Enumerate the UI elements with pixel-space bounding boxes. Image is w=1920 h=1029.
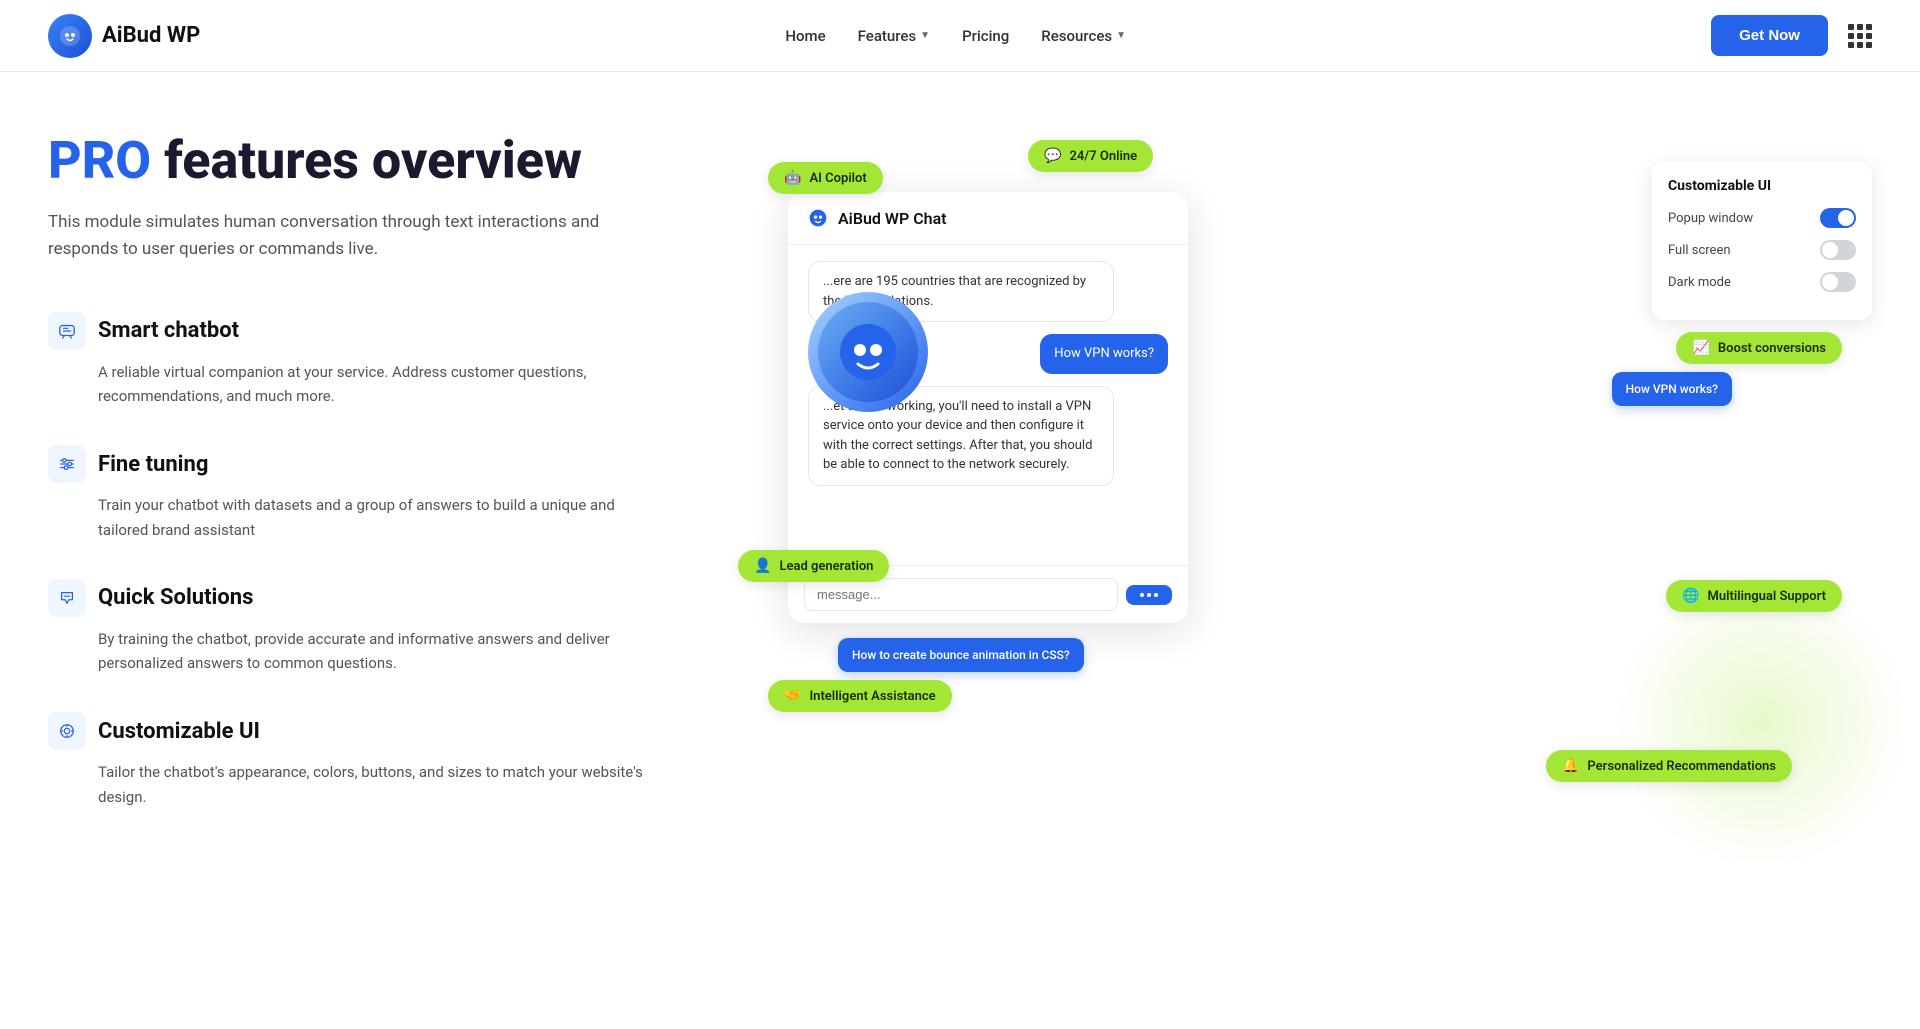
nav-right: Get Now <box>1711 15 1872 56</box>
customizable-ui-icon <box>48 712 86 750</box>
hero-subtitle: This module simulates human conversation… <box>48 209 608 263</box>
custom-panel-row-fullscreen: Full screen <box>1668 240 1856 260</box>
boost-conversions-pill: 📈 Boost conversions <box>1676 332 1842 364</box>
feature-fine-tuning: Fine tuning Train your chatbot with data… <box>48 445 668 543</box>
custom-panel-row-popup: Popup window <box>1668 208 1856 228</box>
main-content: PRO features overview This module simula… <box>0 72 1920 906</box>
logo-icon <box>48 14 92 58</box>
fullscreen-toggle[interactable] <box>1820 240 1856 260</box>
chat-header: AiBud WP Chat <box>788 192 1188 245</box>
intelligent-icon: 🤝 <box>784 688 801 704</box>
fine-tuning-title: Fine tuning <box>98 452 208 477</box>
custom-panel-title: Customizable UI <box>1668 178 1856 194</box>
customizable-ui-title: Customizable UI <box>98 719 260 744</box>
chat-send-button[interactable] <box>1126 585 1172 605</box>
ai-copilot-icon: 🤖 <box>784 170 801 186</box>
personalized-icon: 🔔 <box>1562 758 1579 774</box>
24-7-online-pill: 💬 24/7 Online <box>1028 140 1153 172</box>
quick-solutions-title: Quick Solutions <box>98 585 253 610</box>
multilingual-icon: 🌐 <box>1682 588 1699 604</box>
personalized-recommendations-pill: 🔔 Personalized Recommendations <box>1546 750 1792 782</box>
logo[interactable]: AiBud WP <box>48 14 200 58</box>
feature-customizable-ui: Customizable UI Tailor the chatbot's app… <box>48 712 668 810</box>
customizable-ui-desc: Tailor the chatbot's appearance, colors,… <box>48 760 668 810</box>
intelligent-assistance-pill: 🤝 Intelligent Assistance <box>768 680 952 712</box>
fine-tuning-desc: Train your chatbot with datasets and a g… <box>48 493 668 543</box>
get-now-button[interactable]: Get Now <box>1711 15 1828 56</box>
feature-quick-solutions: Quick Solutions By training the chatbot,… <box>48 579 668 677</box>
smart-chatbot-icon <box>48 312 86 350</box>
vpn-question-bubble: How VPN works? <box>1612 372 1732 406</box>
24-7-icon: 💬 <box>1044 148 1061 164</box>
multilingual-support-pill: 🌐 Multilingual Support <box>1666 580 1842 612</box>
nav-pricing[interactable]: Pricing <box>962 27 1009 45</box>
grid-icon[interactable] <box>1848 24 1872 48</box>
custom-panel: Customizable UI Popup window Full screen… <box>1652 162 1872 320</box>
nav-resources[interactable]: Resources ▼ <box>1041 27 1126 45</box>
dark-mode-toggle[interactable] <box>1820 272 1856 292</box>
lead-generation-pill: 👤 Lead generation <box>738 550 889 582</box>
quick-solutions-icon <box>48 579 86 617</box>
bg-glow <box>1612 572 1912 872</box>
navbar: AiBud WP Home Features ▼ Pricing Resourc… <box>0 0 1920 72</box>
smart-chatbot-desc: A reliable virtual companion at your ser… <box>48 360 668 410</box>
resources-dropdown-arrow: ▼ <box>1116 30 1126 41</box>
chat-avatar <box>808 292 928 412</box>
hero-title: PRO features overview <box>48 132 668 189</box>
feature-smart-chatbot: Smart chatbot A reliable virtual compani… <box>48 312 668 410</box>
nav-home[interactable]: Home <box>785 27 825 45</box>
popup-window-toggle[interactable] <box>1820 208 1856 228</box>
right-column: 🤖 AI Copilot 💬 24/7 Online AiBud WP Chat… <box>708 132 1872 832</box>
chat-user-msg-1: How VPN works? <box>1040 334 1168 374</box>
ai-copilot-pill: 🤖 AI Copilot <box>768 162 883 194</box>
css-question-bubble: How to create bounce animation in CSS? <box>838 638 1084 672</box>
custom-panel-row-darkmode: Dark mode <box>1668 272 1856 292</box>
lead-icon: 👤 <box>754 558 771 574</box>
pro-label: PRO <box>48 130 151 191</box>
left-column: PRO features overview This module simula… <box>48 132 668 846</box>
features-dropdown-arrow: ▼ <box>920 30 930 41</box>
boost-icon: 📈 <box>1692 340 1709 356</box>
nav-links: Home Features ▼ Pricing Resources ▼ <box>785 27 1126 45</box>
nav-features[interactable]: Features ▼ <box>858 27 930 45</box>
quick-solutions-desc: By training the chatbot, provide accurat… <box>48 627 668 677</box>
fine-tuning-icon <box>48 445 86 483</box>
chat-input[interactable] <box>804 578 1118 611</box>
smart-chatbot-title: Smart chatbot <box>98 318 239 343</box>
logo-text: AiBud WP <box>102 23 200 48</box>
